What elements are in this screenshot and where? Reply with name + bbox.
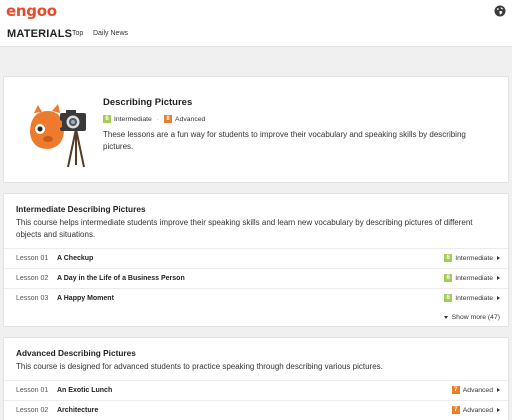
- level-label: Advanced: [462, 406, 493, 414]
- globe-icon[interactable]: [494, 5, 506, 17]
- lesson-title[interactable]: A Day in the Life of a Business Person: [57, 275, 185, 282]
- level-label: Intermediate: [455, 274, 493, 282]
- lesson-level: 6 Intermediate: [444, 274, 500, 282]
- advanced-badge: 8: [164, 115, 173, 123]
- materials-title[interactable]: MATERIALS: [7, 28, 72, 40]
- lesson-level: 6 Intermediate: [444, 254, 500, 262]
- chevron-right-icon: [497, 256, 500, 260]
- show-more-button[interactable]: Show more (47): [443, 314, 500, 321]
- lesson-row[interactable]: Lesson 02 A Day in the Life of a Busines…: [4, 268, 508, 288]
- level-badge: 6: [444, 274, 453, 282]
- lesson-row[interactable]: Lesson 02 Architecture 7 Advanced: [4, 400, 508, 420]
- lesson-level: 7 Advanced: [451, 406, 500, 414]
- course-card-intermediate: Intermediate Describing Pictures This co…: [3, 193, 509, 327]
- show-more-label: Show more (47): [451, 314, 500, 321]
- top-bar: engoo: [0, 0, 512, 22]
- level-label: Advanced: [175, 115, 206, 123]
- nav-link-top[interactable]: Top: [72, 30, 83, 37]
- level-label: Advanced: [462, 386, 493, 394]
- course-card-advanced: Advanced Describing Pictures This course…: [3, 337, 509, 420]
- course-description: This course helps intermediate students …: [16, 218, 473, 239]
- level-label: Intermediate: [455, 254, 493, 262]
- category-header-card: Describing Pictures 6 Intermediate · 8 A…: [3, 76, 509, 183]
- chevron-right-icon: [497, 276, 500, 280]
- course-title[interactable]: Advanced Describing Pictures: [16, 348, 136, 358]
- lesson-number: Lesson 03: [16, 295, 49, 302]
- level-badge: 7: [451, 386, 460, 394]
- engoo-logo[interactable]: engoo: [6, 2, 57, 20]
- lesson-row[interactable]: Lesson 01 An Exotic Lunch 7 Advanced: [4, 380, 508, 400]
- lesson-number: Lesson 02: [16, 275, 49, 282]
- nav-link-daily-news[interactable]: Daily News: [93, 30, 128, 37]
- lesson-row[interactable]: Lesson 01 A Checkup 6 Intermediate: [4, 248, 508, 268]
- lesson-title[interactable]: An Exotic Lunch: [57, 387, 112, 394]
- lesson-level: 7 Advanced: [451, 386, 500, 394]
- separator-dot: ·: [156, 115, 160, 123]
- lesson-level: 6 Intermediate: [444, 294, 500, 302]
- category-levels: 6 Intermediate · 8 Advanced: [103, 115, 205, 123]
- category-description: These lessons are a fun way for students…: [103, 130, 466, 151]
- materials-nav: MATERIALS Top Daily News: [0, 22, 512, 47]
- course-description: This course is designed for advanced stu…: [16, 362, 383, 371]
- intermediate-badge: 6: [103, 115, 111, 123]
- chevron-down-icon: [443, 316, 448, 319]
- course-title[interactable]: Intermediate Describing Pictures: [16, 204, 146, 214]
- lesson-title[interactable]: A Checkup: [57, 255, 93, 262]
- level-badge: 6: [444, 294, 453, 302]
- chevron-right-icon: [497, 408, 500, 412]
- lesson-number: Lesson 01: [16, 387, 49, 394]
- category-title: Describing Pictures: [103, 97, 193, 108]
- level-badge: 7: [451, 406, 460, 414]
- lesson-number: Lesson 02: [16, 407, 49, 414]
- lesson-row[interactable]: Lesson 03 A Happy Moment 6 Intermediate: [4, 288, 508, 308]
- lesson-title[interactable]: A Happy Moment: [57, 295, 114, 302]
- chevron-right-icon: [497, 388, 500, 392]
- lesson-title[interactable]: Architecture: [57, 407, 98, 414]
- lesson-number: Lesson 01: [16, 255, 49, 262]
- level-label: Intermediate: [455, 294, 493, 302]
- level-badge: 6: [444, 254, 453, 262]
- mascot-camera-icon: [30, 104, 86, 168]
- chevron-right-icon: [497, 296, 500, 300]
- level-label: Intermediate: [114, 115, 152, 123]
